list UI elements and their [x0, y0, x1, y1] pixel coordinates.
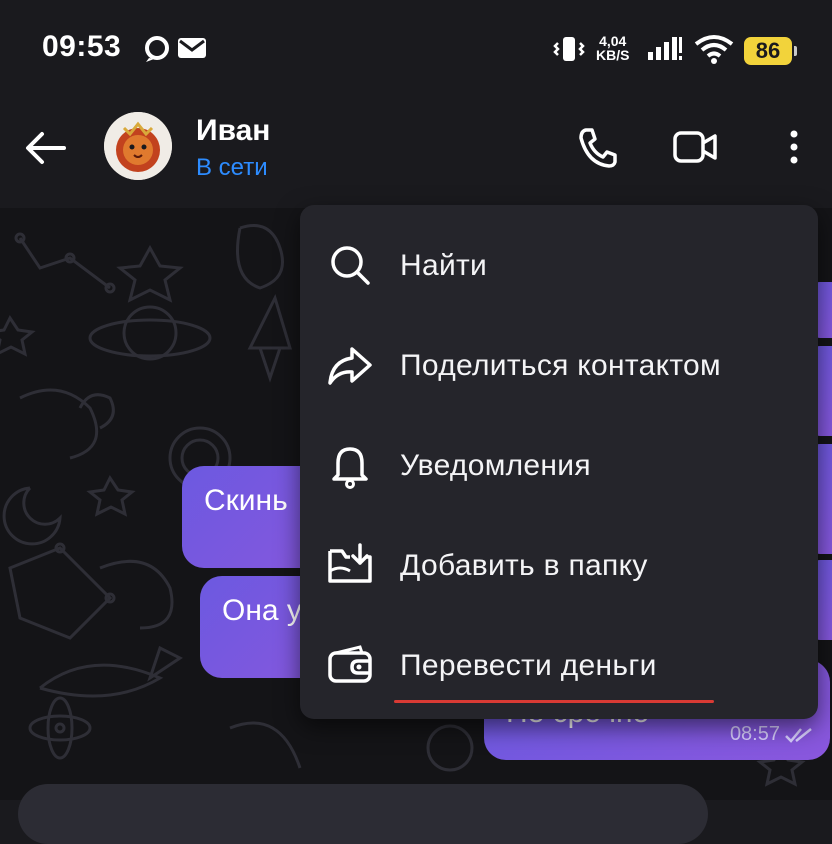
network-speed-unit: KB/S [596, 47, 630, 63]
mail-notification-icon [178, 38, 206, 58]
vibrate-icon [553, 37, 585, 61]
folder-add-icon [328, 543, 372, 583]
cell-signal-icon [648, 37, 682, 60]
contact-avatar[interactable] [104, 112, 172, 180]
search-icon [331, 246, 370, 285]
highlight-underline [394, 700, 714, 703]
video-call-icon[interactable] [672, 128, 718, 166]
contact-status: В сети [196, 154, 268, 181]
menu-item-label: Добавить в папку [400, 549, 648, 582]
share-icon [328, 347, 372, 385]
menu-item-search[interactable]: Найти [300, 213, 818, 313]
message-time: 08:57 [729, 723, 780, 745]
status-time: 09:53 [42, 30, 122, 63]
more-options-icon[interactable] [784, 128, 804, 166]
chat-header: Иван В сети [0, 100, 832, 208]
menu-item-label: Перевести деньги [400, 649, 657, 682]
wallet-icon [328, 645, 372, 683]
menu-item-add-to-folder[interactable]: Добавить в папку [300, 513, 818, 613]
chat-notification-icon [145, 36, 169, 62]
message-input[interactable] [18, 784, 708, 844]
bell-icon [332, 447, 368, 489]
double-check-icon [785, 728, 812, 743]
lion-avatar-icon [104, 112, 172, 180]
wifi-icon [694, 35, 734, 64]
status-bar: 09:53 4,04 KB/S 86 [0, 0, 832, 100]
back-arrow-icon[interactable] [24, 130, 68, 166]
message-text: Скинь [204, 484, 288, 517]
menu-item-label: Уведомления [400, 449, 591, 482]
network-speed-value: 4,04 [599, 33, 627, 49]
menu-item-share-contact[interactable]: Поделиться контактом [300, 313, 818, 413]
battery-indicator: 86 [744, 37, 797, 65]
contact-name[interactable]: Иван [196, 114, 270, 148]
network-speed: 4,04 KB/S [596, 34, 629, 62]
menu-item-label: Найти [400, 249, 488, 282]
menu-item-label: Поделиться контактом [400, 349, 721, 382]
menu-item-transfer-money[interactable]: Перевести деньги [300, 613, 818, 713]
menu-item-notifications[interactable]: Уведомления [300, 413, 818, 513]
chat-options-menu: Найти Поделиться контактом Уведомления Д… [300, 205, 818, 719]
message-text: Она у [222, 594, 302, 627]
phone-call-icon[interactable] [576, 126, 618, 170]
